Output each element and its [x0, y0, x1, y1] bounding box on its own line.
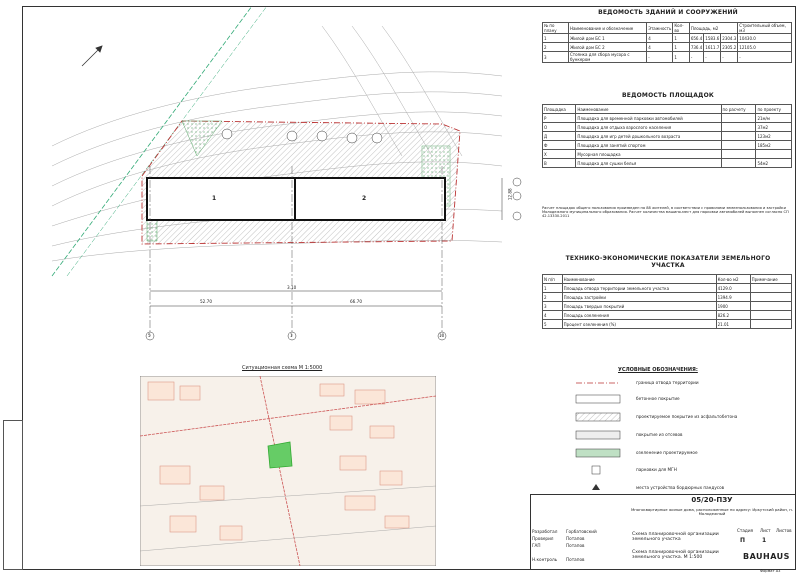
table-row: В Площадка для сушки белья 54м2 — [541, 158, 792, 168]
st-h2: по расчету — [720, 104, 757, 114]
building-2-label: 2 — [362, 195, 367, 202]
tt-h1: Наименование — [561, 274, 717, 284]
table-row: 2 Жилой дом БС 2 4 1 736.4 1611.7 2305.2 12105.… — [542, 42, 792, 52]
sheet-title-1: Схема планировочной организации земельно… — [632, 532, 719, 543]
bt-h3: Кол-во — [672, 22, 690, 34]
format-label: Формат А3 — [760, 569, 781, 573]
north-arrow-icon — [81, 45, 103, 67]
sites-title: ВЕДОМОСТЬ ПЛОЩАДОК — [622, 92, 714, 99]
table-row: 1 Площадь отвода территории земельного уч… — [542, 283, 793, 293]
sheet-title-2: Схема планировочной организации земельно… — [632, 550, 719, 561]
st-h0: Площадка — [541, 104, 577, 114]
legend-title: УСЛОВНЫЕ ОБОЗНАЧЕНИЯ: — [618, 367, 698, 373]
table-row: Д Площадка для игр детей дошкольного возр… — [541, 131, 792, 141]
tt-h2: Кол-во м2 — [715, 274, 751, 284]
table-row: Р Площадка для временной парковки автомоб… — [541, 113, 792, 123]
bt-h5: Строительный объем, м3 — [737, 22, 792, 34]
dimension-2: 66.70 — [350, 299, 362, 304]
table-row: 1 Жилой дом БС 1 4 1 656.4 1583.6 2304.3 10430.… — [542, 33, 792, 43]
sheet-value: 1 — [762, 537, 767, 544]
legend-item: покрытие из отсевов — [636, 432, 683, 437]
tt-h0: N п/п — [542, 274, 563, 284]
bt-h4: Площадь, м2 — [688, 22, 739, 34]
bt-h1: Наименование и обозначение — [567, 22, 648, 34]
situation-map — [140, 376, 436, 566]
site-plan — [51, 6, 522, 341]
sheet-label: Лист — [760, 528, 771, 533]
table-row: Х Мусорная площадка — [541, 149, 792, 159]
building-1-label: 1 — [212, 195, 217, 202]
dimension-1: 52.70 — [200, 299, 212, 304]
buildings-table: № по плану Наименование и обозначение Эт… — [542, 22, 792, 63]
table-row: 3 Стоянка для сбора мусора с бункером -1- -… — [542, 51, 792, 63]
side-dimension: 12.88 — [507, 188, 513, 201]
table-row: 4 Площадь озеленения 826.2 — [542, 310, 793, 320]
sites-note: Расчет площадок общего пользования произ… — [542, 206, 789, 218]
table-row: О Площадка для отдыха взрослого населения… — [541, 122, 792, 132]
building-1 — [146, 177, 296, 221]
bt-h2: Этажность — [646, 22, 674, 34]
tt-h3: Примечание — [749, 274, 793, 284]
axis-mark-3: 10 — [439, 333, 445, 338]
bt-h0: № по плану — [542, 22, 569, 34]
table-row: 5 Процент озеленения (%) 21.01 — [542, 319, 793, 329]
legend-item: места устройства бордюрных пандусов — [636, 485, 725, 490]
legend-item: граница отвода территории — [636, 380, 699, 385]
st-h1: Наименование — [575, 104, 722, 114]
legend-item: бетонное покрытие — [636, 396, 680, 401]
legend-item: проектируемое покрытие из асфальтобетона — [636, 414, 738, 419]
table-row: 3 Площадь твердых покрытий 1900 — [542, 301, 793, 311]
side-stamp — [3, 420, 23, 570]
table-row: 2 Площадь застройки 1394.9 — [542, 292, 793, 302]
legend-item: озеленение проектируемое — [636, 450, 698, 455]
table-row: Ф Площадка для занятий спортом 185м2 — [541, 140, 792, 150]
axis-mark-1: 5 — [148, 333, 151, 338]
st-h3: по проекту — [755, 104, 792, 114]
tep-title: ТЕХНИКО-ЭКОНОМИЧЕСКИЕ ПОКАЗАТЕЛИ ЗЕМЕЛЬН… — [565, 255, 771, 269]
building-2 — [294, 177, 446, 221]
legend-item: парковки для МГН — [636, 467, 677, 472]
sites-table: Площадка Наименование по расчету по прое… — [541, 104, 792, 168]
situation-title: Ситуационная схема М 1:5000 — [242, 365, 323, 371]
buildings-title: ВЕДОМОСТЬ ЗДАНИЙ И СООРУЖЕНИЙ — [598, 9, 738, 16]
stage-label: Стадия — [737, 528, 754, 533]
doc-code: 05/20-ПЗУ — [691, 496, 733, 504]
legend-swatches — [575, 382, 621, 490]
sheets-label: Листов — [776, 528, 792, 533]
dimension-3: 3.10 — [287, 285, 297, 290]
axis-mark-2: 1 — [290, 333, 293, 338]
company-logo: BAUHAUS — [743, 552, 790, 561]
doc-description: Многоквартирные жилые дома, расположенны… — [631, 507, 793, 517]
stage-value: П — [740, 537, 746, 544]
tep-table: N п/п Наименование Кол-во м2 Примечание … — [542, 274, 793, 329]
